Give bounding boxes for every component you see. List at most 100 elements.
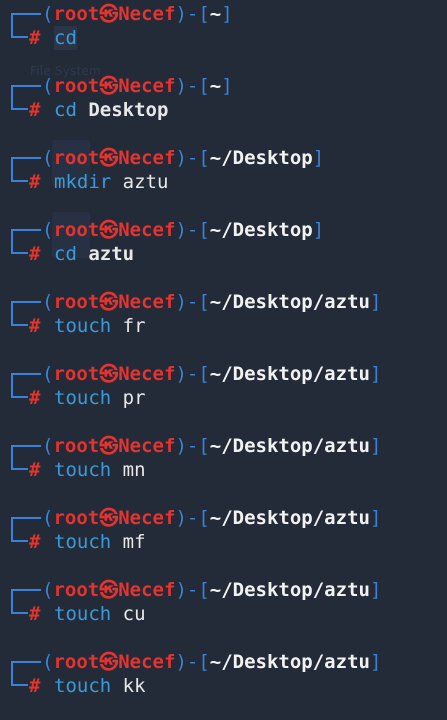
prompt-symbol: # [29,387,41,409]
prompt-at-icon: ㉿ [99,147,119,169]
prompt-open-paren: ( [42,579,54,601]
prompt-header: (root㉿Necef)-[~/Desktop/aztu] [42,650,381,674]
prompt-user: root [53,579,100,601]
prompt-dash: - [186,435,199,457]
prompt-user: root [53,363,100,385]
command-name: touch [54,675,112,697]
command-line: touch mf [54,530,146,554]
prompt-symbol: # [29,459,41,481]
prompt-close-paren: ) [175,363,187,385]
prompt-block: (root㉿Necef)-[~] # cd [0,0,447,72]
prompt-host: Necef [118,147,176,169]
prompt-header: (root㉿Necef)-[~/Desktop/aztu] [42,578,381,602]
prompt-block: (root㉿Necef)-[~/Desktop/aztu] # touch fr [0,288,447,360]
prompt-close-bracket: ] [369,507,382,529]
prompt-block: (root㉿Necef)-[~/Desktop] # cd aztu [0,216,447,288]
prompt-symbol: # [29,171,41,193]
command-line: touch fr [54,314,146,338]
prompt-path: ~/Desktop/aztu [209,363,370,385]
prompt-at-icon: ㉿ [99,3,119,25]
terminal-window[interactable]: File System (root㉿Necef)-[~] # cd (root㉿Nec… [0,0,447,709]
prompt-open-bracket: [ [198,507,210,529]
command-name: touch [54,459,112,481]
prompt-close-bracket: ] [369,435,382,457]
command-line: cd Desktop [54,98,168,122]
command-name: cd [54,27,77,49]
prompt-host: Necef [118,651,176,673]
prompt-host: Necef [118,579,176,601]
command-name: cd [54,243,77,265]
prompt-path: ~/Desktop/aztu [209,291,370,313]
prompt-open-bracket: [ [198,75,210,97]
prompt-close-paren: ) [175,507,187,529]
prompt-path: ~ [209,3,222,25]
prompt-at-icon: ㉿ [99,651,119,673]
prompt-header: (root㉿Necef)-[~/Desktop] [42,146,324,170]
prompt-user: root [53,75,100,97]
prompt-symbol: # [29,315,41,337]
prompt-symbol: # [29,675,41,697]
command-line: cd [54,26,77,50]
prompt-path: ~/Desktop [209,219,313,241]
command-argument: mf [122,531,146,553]
prompt-block: (root㉿Necef)-[~/Desktop/aztu] # touch kk [0,648,447,720]
prompt-at-icon: ㉿ [99,579,119,601]
prompt-header: (root㉿Necef)-[~/Desktop] [42,218,324,242]
command-line: touch mn [54,458,146,482]
command-line: touch kk [54,674,146,698]
prompt-header: (root㉿Necef)-[~/Desktop/aztu] [42,506,381,530]
prompt-open-paren: ( [42,435,54,457]
prompt-host: Necef [118,435,176,457]
prompt-block: (root㉿Necef)-[~] # cd Desktop [0,72,447,144]
prompt-path: ~/Desktop/aztu [209,651,370,673]
command-name: cd [54,99,77,121]
prompt-header: (root㉿Necef)-[~/Desktop/aztu] [42,362,381,386]
prompt-close-bracket: ] [369,291,382,313]
command-argument: kk [122,675,146,697]
prompt-at-icon: ㉿ [99,291,119,313]
prompt-host: Necef [118,363,176,385]
prompt-header: (root㉿Necef)-[~] [42,2,233,26]
prompt-dash: - [186,75,199,97]
command-name: touch [54,531,112,553]
prompt-close-paren: ) [175,291,187,313]
prompt-symbol: # [29,531,41,553]
prompt-path: ~/Desktop/aztu [209,435,370,457]
prompt-close-paren: ) [175,579,187,601]
command-argument: pr [122,387,146,409]
prompt-close-bracket: ] [369,651,382,673]
prompt-dash: - [186,219,199,241]
prompt-open-paren: ( [42,147,54,169]
prompt-close-paren: ) [175,147,187,169]
prompt-user: root [53,651,100,673]
prompt-at-icon: ㉿ [99,435,119,457]
prompt-close-bracket: ] [312,219,325,241]
prompt-open-bracket: [ [198,435,210,457]
prompt-dash: - [186,651,199,673]
command-argument: aztu [122,171,169,193]
prompt-close-bracket: ] [369,579,382,601]
prompt-symbol: # [29,99,41,121]
prompt-frame-bottom [11,252,28,254]
prompt-host: Necef [118,75,176,97]
command-line: touch pr [54,386,146,410]
prompt-at-icon: ㉿ [99,507,119,529]
prompt-close-bracket: ] [221,3,233,25]
prompt-path: ~ [209,75,222,97]
prompt-close-paren: ) [175,3,187,25]
command-name: mkdir [54,171,112,193]
command-name: touch [54,315,112,337]
prompt-dash: - [186,3,199,25]
command-line: cd aztu [54,242,134,266]
prompt-open-paren: ( [42,291,54,313]
prompt-host: Necef [118,219,176,241]
prompt-user: root [53,3,100,25]
prompt-frame-bottom [11,180,28,182]
prompt-open-bracket: [ [198,363,210,385]
command-line: mkdir aztu [54,170,168,194]
prompt-block: (root㉿Necef)-[~/Desktop/aztu] # touch pr [0,360,447,432]
prompt-host: Necef [118,3,176,25]
prompt-dash: - [186,507,199,529]
prompt-block: (root㉿Necef)-[~/Desktop] # mkdir aztu [0,144,447,216]
prompt-block: (root㉿Necef)-[~/Desktop/aztu] # touch mn [0,432,447,504]
